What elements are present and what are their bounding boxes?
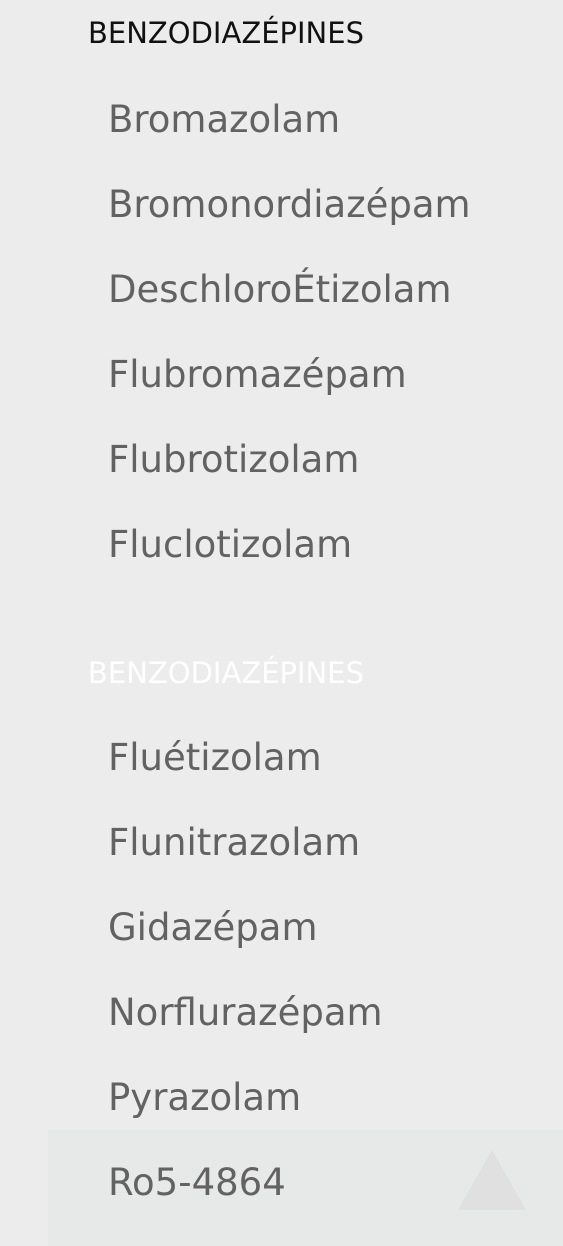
menu-item-fluclotizolam[interactable]: Fluclotizolam	[108, 523, 352, 583]
menu-item-bromazolam[interactable]: Bromazolam	[108, 98, 340, 158]
mobile-menu-overlay: BENZODIAZÉPINES Bromazolam Bromonordiazé…	[0, 0, 563, 1246]
section-title: BENZODIAZÉPINES	[88, 16, 364, 50]
menu-item-flubromazepam[interactable]: Flubromazépam	[108, 353, 407, 413]
menu-item-ro5-4864[interactable]: Ro5-4864	[108, 1161, 286, 1221]
menu-item-pyrazolam[interactable]: Pyrazolam	[108, 1076, 301, 1136]
menu-item-gidazepam[interactable]: Gidazépam	[108, 906, 318, 966]
menu-item-deschloroetizolam[interactable]: DeschloroÉtizolam	[108, 268, 452, 328]
menu-item-flunitrazolam[interactable]: Flunitrazolam	[108, 821, 360, 881]
menu-item-flubrotizolam[interactable]: Flubrotizolam	[108, 438, 359, 498]
section-title: BENZODIAZÉPINES	[88, 656, 364, 690]
menu-item-norflurazepam[interactable]: Norflurazépam	[108, 991, 383, 1051]
warning-icon	[458, 1150, 526, 1210]
menu-item-bromonordiazepam[interactable]: Bromonordiazépam	[108, 183, 471, 243]
menu-item-fluetizolam[interactable]: Fluétizolam	[108, 736, 322, 796]
